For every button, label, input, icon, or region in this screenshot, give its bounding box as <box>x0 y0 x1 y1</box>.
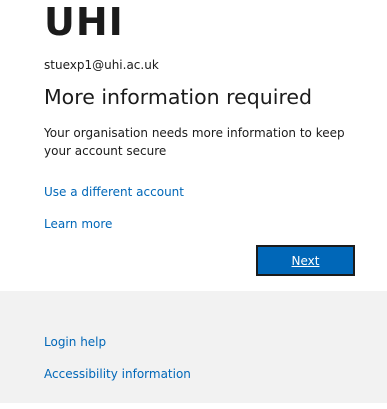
login-help-link[interactable]: Login help <box>44 335 106 349</box>
signin-page: UHI stuexp1@uhi.ac.uk More information r… <box>0 0 387 409</box>
use-different-account-link[interactable]: Use a different account <box>44 185 184 199</box>
page-title: More information required <box>44 85 313 109</box>
uhi-logo: UHI <box>44 0 124 44</box>
description-text: Your organisation needs more information… <box>44 126 345 158</box>
signin-card: UHI stuexp1@uhi.ac.uk More information r… <box>0 0 387 291</box>
learn-more-link[interactable]: Learn more <box>44 217 112 231</box>
account-email: stuexp1@uhi.ac.uk <box>44 58 159 72</box>
accessibility-information-link[interactable]: Accessibility information <box>44 367 191 381</box>
footer: Login help Accessibility information <box>0 291 387 403</box>
next-button[interactable]: Next <box>256 245 355 276</box>
